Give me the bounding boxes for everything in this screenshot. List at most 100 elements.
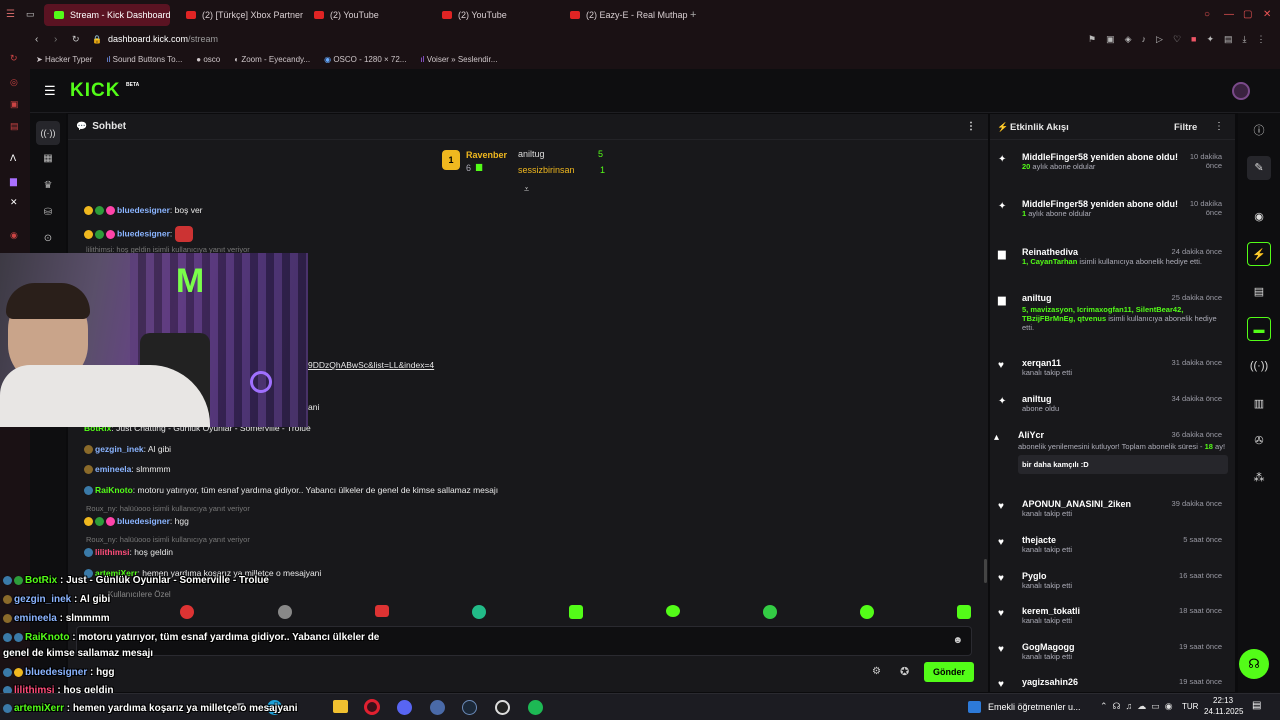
tab-youtube-2[interactable]: (2) YouTube <box>432 4 560 26</box>
overlay-line: emineela : slmmmm <box>3 613 110 624</box>
tab-xbox[interactable]: (2) [Türkçe] Xbox Partner <box>176 4 304 26</box>
taskbar-folder-icon[interactable] <box>333 700 348 713</box>
activity-toggle-icon[interactable]: ⚡ <box>1247 242 1271 266</box>
rail-settings-icon[interactable]: ⊙ <box>42 233 54 245</box>
reload-icon[interactable]: ↻ <box>72 34 80 45</box>
sidebar-chat-icon[interactable]: ▤ <box>10 121 19 132</box>
sidebar-flag-icon[interactable]: ᐱ <box>10 153 16 164</box>
bookmark-zoom[interactable]: ◐ Zoom - Eyecandy... <box>234 55 310 64</box>
bookmark-hacker-typer[interactable]: ➤ Hacker Typer <box>36 55 92 64</box>
sidebar-ai-icon[interactable]: ◎ <box>10 77 18 88</box>
tab-kick-dashboard[interactable]: Stream - Kick Dashboard <box>44 3 170 26</box>
notification-icon[interactable]: ▤ <box>1252 700 1261 711</box>
tab-eazy-e[interactable]: (2) Eazy-E - Real Muthaph <box>560 4 688 26</box>
sidebar-record-icon[interactable]: ◉ <box>10 230 18 241</box>
taskbar-spotify-icon[interactable] <box>528 700 543 715</box>
maximize-button[interactable]: ▢ <box>1243 9 1252 20</box>
wrench-icon[interactable]: ✇ <box>1247 429 1271 453</box>
minimize-button[interactable]: — <box>1224 9 1234 20</box>
emote-5[interactable] <box>569 605 583 619</box>
bookmark-osco-1280[interactable]: ◉ OSCO - 1280 × 72... <box>324 55 406 64</box>
sidebar-x-icon[interactable]: ✕ <box>10 197 18 208</box>
camera-icon[interactable]: ◉ <box>1247 205 1271 229</box>
music-icon[interactable]: ♪ <box>1142 34 1147 45</box>
activity-more-icon[interactable]: ⋮ <box>1214 121 1224 132</box>
info-icon[interactable]: ⓘ <box>1247 119 1271 143</box>
hamburger-menu-icon[interactable]: ☰ <box>44 83 56 99</box>
extension-avatar-icon[interactable]: ■ <box>1191 34 1196 45</box>
close-window-button[interactable]: ✕ <box>1263 9 1271 20</box>
back-icon[interactable]: ‹ <box>35 34 38 45</box>
emoji-picker-icon[interactable]: ☻ <box>952 635 963 646</box>
download-icon[interactable]: ⤓ <box>1243 34 1247 45</box>
rail-trophy-icon[interactable]: ♛ <box>42 180 54 192</box>
notes-icon[interactable]: ▤ <box>1247 280 1271 304</box>
taskbar-opera-icon[interactable] <box>364 699 380 715</box>
leader-2-name[interactable]: aniltug <box>518 149 545 159</box>
screenshot-icon[interactable]: ▣ <box>1106 34 1115 45</box>
url-field[interactable]: dashboard.kick.com/stream <box>108 34 218 44</box>
taskbar-app2-icon[interactable] <box>430 700 445 715</box>
broadcast-icon[interactable]: ((·)) <box>1247 354 1271 378</box>
rail-analytics-icon[interactable]: ▦ <box>42 153 54 165</box>
edit-icon[interactable]: ✎ <box>1247 156 1271 180</box>
puzzle-icon[interactable]: ✦ <box>1206 34 1214 45</box>
play-icon[interactable]: ▷ <box>1156 34 1163 45</box>
chat-settings-icon[interactable]: ⚙ <box>872 666 881 677</box>
tab-overview-icon[interactable]: ▭ <box>26 9 44 20</box>
expand-leaderboard-icon[interactable]: ⩡ <box>524 184 529 195</box>
headset-icon[interactable]: ☊ <box>1239 649 1269 679</box>
shield-icon[interactable]: ◈ <box>1125 34 1132 45</box>
filter-button[interactable]: Filtre <box>1174 122 1197 133</box>
leader-3-name[interactable]: sessizbirinsan <box>518 165 575 175</box>
heart-icon: ♥ <box>998 679 1004 690</box>
rail-community-icon[interactable]: ⛁ <box>42 207 54 219</box>
chat-more-icon[interactable]: ⋮ <box>966 121 976 132</box>
reply-context: Roux_ny: halüüooo isimli kullanıcıya yan… <box>86 535 250 544</box>
bookmark-voiser[interactable]: ıl Voiser » Seslendir... <box>420 55 497 64</box>
link-fragment[interactable]: 9DDzQhABwSc&list=LL&index=4 <box>308 360 434 370</box>
emote-7[interactable] <box>763 605 777 619</box>
kick-logo[interactable]: KICK <box>70 80 120 102</box>
sidebar-bag-icon[interactable]: ▣ <box>10 99 19 110</box>
emote-4[interactable] <box>472 605 486 619</box>
sidebar-twitch-icon[interactable]: ▆ <box>10 176 17 187</box>
new-tab-button[interactable]: + <box>690 9 696 21</box>
language-indicator[interactable]: TUR <box>1182 702 1198 711</box>
tab-youtube-1[interactable]: (2) YouTube <box>304 4 432 26</box>
emote-3[interactable] <box>375 605 389 617</box>
chat-scrollbar[interactable] <box>984 559 987 583</box>
taskbar-steam-icon[interactable] <box>462 700 477 715</box>
emote-9[interactable] <box>957 605 971 619</box>
clock-time[interactable]: 22:13 <box>1213 696 1233 705</box>
browser-menu-icon[interactable]: ☰ <box>6 9 26 20</box>
sidebar-history-icon[interactable]: ↻ <box>10 53 18 64</box>
bookmark-sound-buttons[interactable]: ıl Sound Buttons To... <box>106 55 182 64</box>
emote-2[interactable] <box>278 605 292 619</box>
leader-1-name[interactable]: Ravenber <box>466 150 507 160</box>
overlay-line: gezgin_inek : Al gibi <box>3 594 110 605</box>
chat-tools-icon[interactable]: ✪ <box>900 665 909 678</box>
news-widget[interactable]: Emekli öğretmenler u... <box>988 702 1081 712</box>
profile-avatar[interactable] <box>1232 82 1250 100</box>
users-icon[interactable]: ▥ <box>1247 392 1271 416</box>
heart-icon[interactable]: ♡ <box>1173 34 1181 45</box>
bookmark-osco[interactable]: ● osco <box>196 55 220 64</box>
heart-icon: ♥ <box>998 501 1004 512</box>
emote-8[interactable] <box>860 605 874 619</box>
bookmark-icon[interactable]: ⚑ <box>1088 34 1096 45</box>
taskbar-obs-icon[interactable] <box>495 700 510 715</box>
taskbar-discord-icon[interactable] <box>397 700 412 715</box>
wallet-icon[interactable]: ▤ <box>1224 34 1233 45</box>
tray-icons[interactable]: ⌃☊♫☁▭◉ <box>1100 701 1178 712</box>
emote-6[interactable] <box>666 605 680 617</box>
integrations-icon[interactable]: ⁂ <box>1247 466 1271 490</box>
forward-icon[interactable]: › <box>54 34 57 45</box>
more-menu-icon[interactable]: ⋮ <box>1257 34 1266 45</box>
chat-toggle-icon[interactable]: ▬ <box>1247 317 1271 341</box>
send-button[interactable]: Gönder <box>924 662 974 682</box>
search-icon[interactable]: ○ <box>1204 9 1210 20</box>
rail-stream-icon[interactable]: ((·)) <box>36 121 60 145</box>
emote-1[interactable] <box>180 605 194 619</box>
clock-date[interactable]: 24.11.2025 <box>1204 707 1243 716</box>
